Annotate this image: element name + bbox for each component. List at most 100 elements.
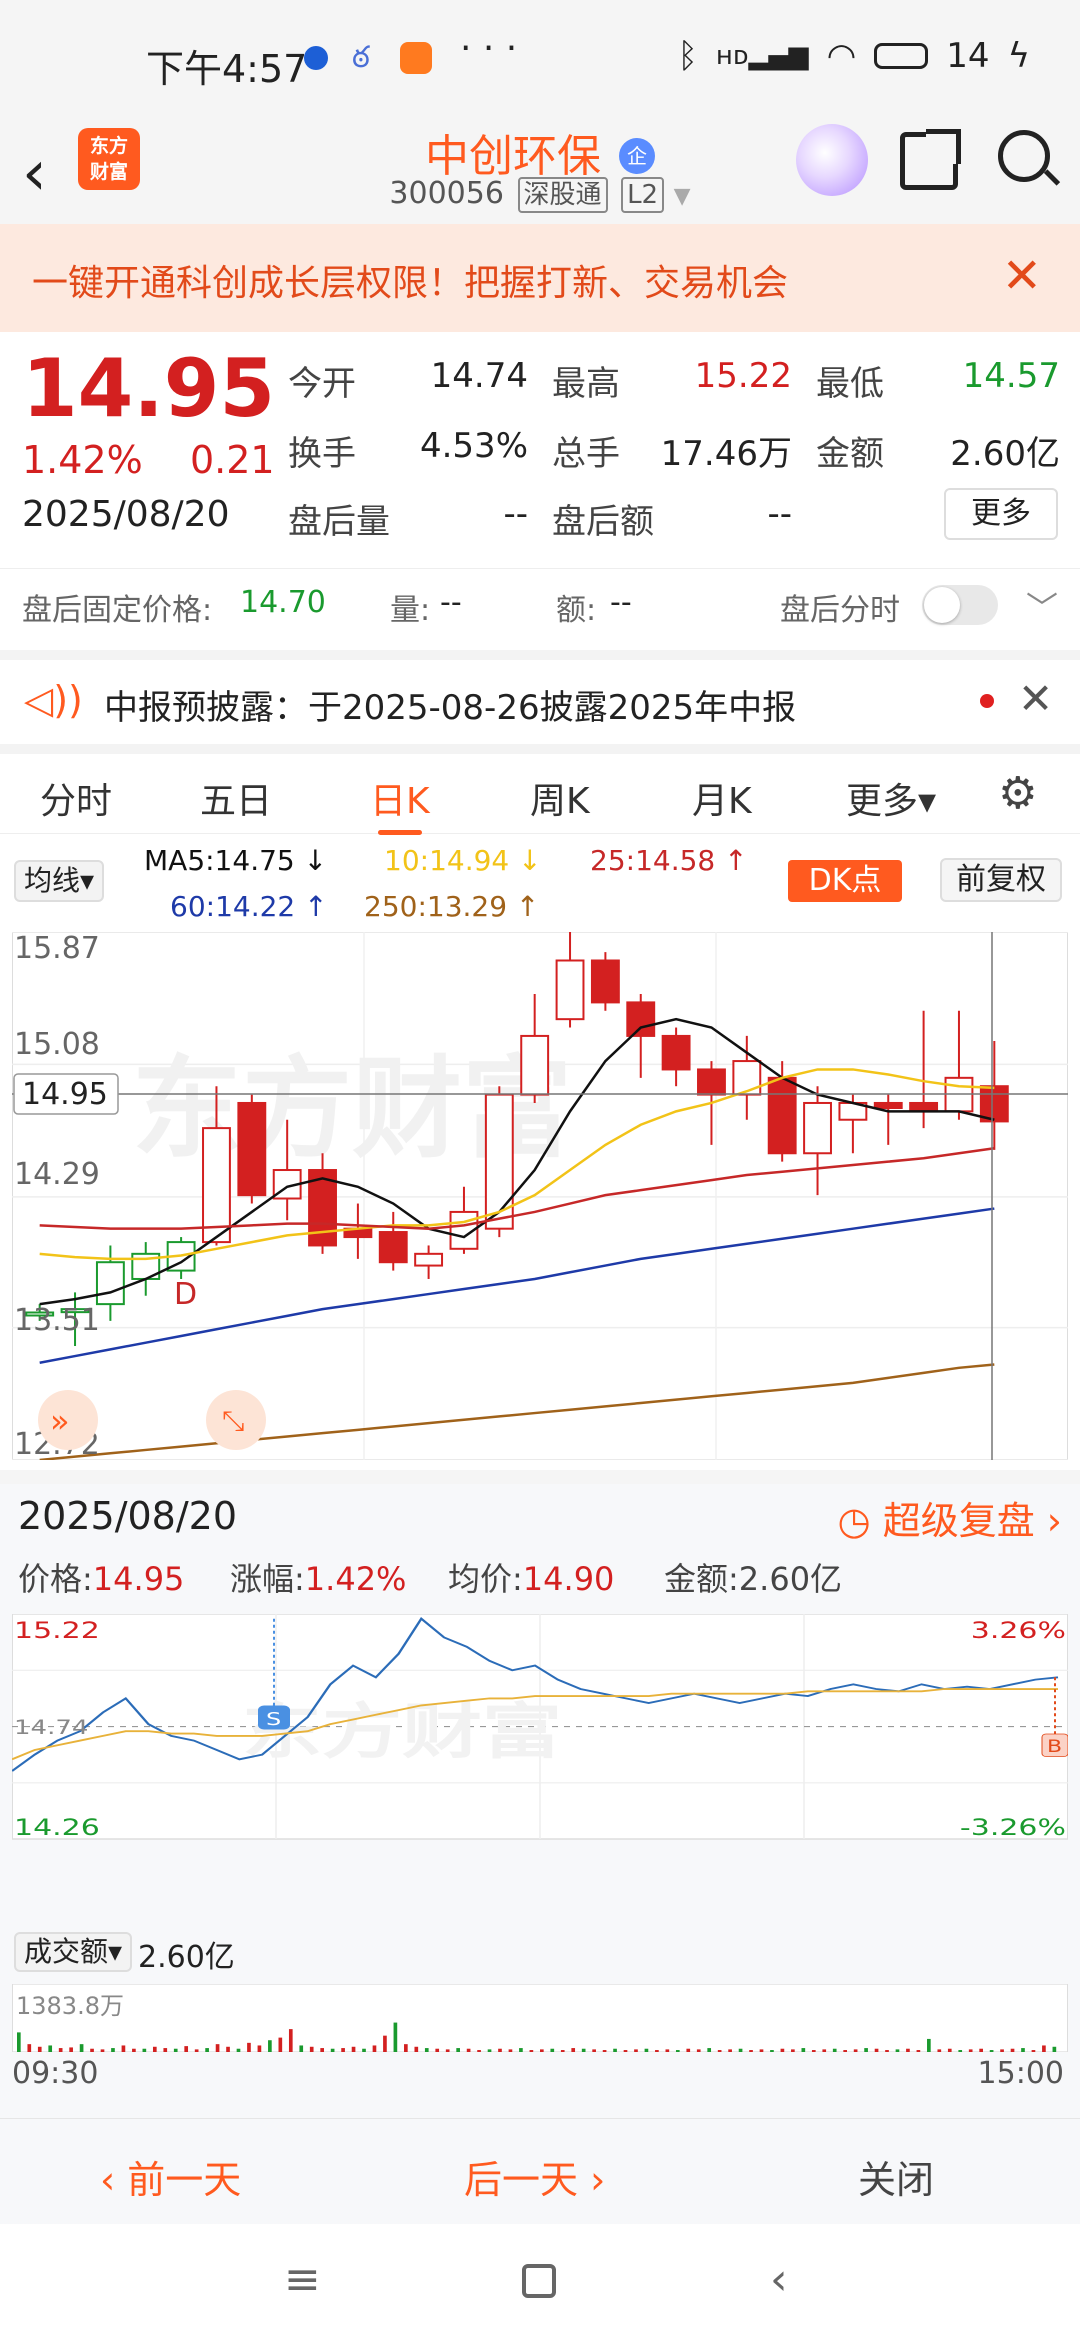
close-icon[interactable]: ✕ <box>1018 674 1053 723</box>
volume-bar <box>529 2050 534 2052</box>
candle-body <box>237 1101 267 1197</box>
app-notification-icon <box>304 46 328 70</box>
notice-bar[interactable]: ◁)) 中报预披露：于2025-08-26披露2025年中报 ✕ <box>0 650 1080 736</box>
candle-body <box>697 1068 726 1096</box>
volume-bar <box>707 2048 712 2052</box>
search-icon[interactable] <box>998 130 1050 182</box>
replay-actions: ‹ 前一天 后一天 › 关闭 <box>0 2118 1080 2224</box>
volume-bar <box>173 2048 178 2052</box>
tab-daily-k[interactable]: 日K <box>370 772 430 835</box>
volume-bar <box>341 2048 345 2052</box>
candle-body <box>414 1252 444 1267</box>
volume-bar <box>634 2049 638 2052</box>
volume-bar <box>414 2046 419 2052</box>
ai-assistant-icon[interactable] <box>796 124 868 196</box>
promo-banner[interactable]: 一键开通科创成长层权限！把握打新、交易机会 ✕ <box>0 224 1080 332</box>
open-value: 14.74 <box>430 356 528 396</box>
volume-bar <box>665 2049 670 2052</box>
replay-change-value: 1.42% <box>304 1560 407 1598</box>
ma5-label: MA5:14.75 ↓ <box>144 844 328 877</box>
signal-icon: ʜᴅ▂▄▆ <box>715 41 809 71</box>
high-value: 15.22 <box>694 356 792 396</box>
bluetooth-icon: ᛒ <box>677 36 698 76</box>
caret-down-icon: ▼ <box>673 184 691 209</box>
volume-bar <box>770 2050 774 2052</box>
time-end: 15:00 <box>977 2056 1064 2091</box>
tab-weekly-k[interactable]: 周K <box>530 772 590 824</box>
intraday-chart[interactable]: 东方财富 15.22 14.26 14.74 3.26% -3.26% S B <box>12 1614 1068 1914</box>
ma25-label: 25:14.58 ↑ <box>590 844 748 877</box>
tab-intraday[interactable]: 分时 <box>40 772 112 824</box>
volume-bar <box>717 2050 722 2052</box>
volume-bar <box>874 2048 879 2052</box>
super-replay-label: 超级复盘 › <box>882 1499 1062 1543</box>
volume-bar <box>226 2046 230 2052</box>
more-button[interactable]: 更多 <box>944 488 1058 540</box>
intraday-y-mid: 14.74 <box>14 1717 88 1739</box>
after-intraday-toggle[interactable] <box>922 585 998 625</box>
status-time: 下午4:57 <box>146 47 308 91</box>
volume-bar <box>738 2048 743 2052</box>
amount-label: 金额 <box>816 434 884 474</box>
back-nav-icon[interactable]: ‹ <box>770 2254 788 2305</box>
volume-bar <box>278 2037 283 2052</box>
tab-more[interactable]: 更多▾ <box>846 772 936 824</box>
volume-selector[interactable]: 成交额▾ <box>14 1932 133 1972</box>
close-button[interactable]: 关闭 <box>858 2149 934 2204</box>
replay-price-value: 14.95 <box>92 1560 185 1598</box>
candle-body <box>661 1034 691 1071</box>
low-label: 最低 <box>816 364 884 404</box>
volume-bar <box>832 2048 837 2052</box>
history-icon: ◷ <box>837 1499 883 1543</box>
replay-amount-value: 2.60亿 <box>738 1560 843 1598</box>
candle-body <box>95 1261 125 1306</box>
super-replay-link[interactable]: ◷ 超级复盘 › <box>837 1490 1062 1545</box>
volume-label: 总手 <box>552 434 620 474</box>
dk-point-button[interactable]: DK点 <box>788 860 902 902</box>
volume-bar <box>498 2048 502 2052</box>
prev-day-button[interactable]: ‹ 前一天 <box>100 2149 241 2204</box>
chevron-down-icon[interactable]: ﹀ <box>1026 583 1058 629</box>
kline-chart[interactable]: 东方财富 15.87 15.08 14.29 13.51 12.72 14.95… <box>12 932 1068 1460</box>
after-amt-value: -- <box>610 585 632 620</box>
volume-bar <box>247 2042 251 2052</box>
close-icon[interactable]: ✕ <box>1002 248 1042 304</box>
volume-bar <box>288 2029 293 2052</box>
sell-marker: S <box>266 1709 281 1730</box>
adjust-selector[interactable]: 前复权 <box>940 858 1062 902</box>
replay-date: 2025/08/20 <box>18 1494 238 1538</box>
volume-bar <box>623 2050 628 2052</box>
candle-body <box>909 1101 939 1113</box>
volume-bar <box>424 2048 429 2052</box>
volume-bar <box>79 2044 84 2052</box>
tab-five-day[interactable]: 五日 <box>200 772 272 824</box>
volume-bar <box>362 2048 366 2052</box>
volume-value: 17.46万 <box>660 434 792 474</box>
quote-panel: 14.95 1.42% 0.21 2025/08/20 今开 14.74 最高 … <box>0 332 1080 560</box>
menu-icon[interactable]: ≡ <box>284 2254 321 2305</box>
candle-body <box>520 1034 550 1096</box>
volume-max-label: 1383.8万 <box>16 1992 124 2020</box>
stock-name: 中创环保 <box>425 131 601 182</box>
volume-bar <box>885 2050 889 2052</box>
ma10-label: 10:14.94 ↓ <box>384 844 542 877</box>
volume-bar <box>822 2049 827 2052</box>
volume-bar <box>540 2049 544 2052</box>
home-icon[interactable] <box>522 2264 556 2298</box>
volume-bar <box>655 2050 659 2052</box>
volume-bar <box>330 2048 335 2052</box>
volume-bar <box>550 2048 555 2052</box>
volume-bar <box>17 2032 21 2052</box>
volume-bar <box>916 2050 921 2052</box>
gear-icon[interactable]: ⚙ <box>998 768 1037 819</box>
ma-legend: 均线▾ MA5:14.75 ↓ 10:14.94 ↓ 25:14.58 ↑ 60… <box>0 836 1080 928</box>
next-day-button[interactable]: 后一天 › <box>464 2149 605 2204</box>
replay-panel: 2025/08/20 ◷ 超级复盘 › 价格:14.95 涨幅:1.42% 均价… <box>0 1484 1080 2118</box>
after-intraday-label: 盘后分时 <box>780 593 900 628</box>
d-marker: D <box>174 1277 197 1312</box>
tab-monthly-k[interactable]: 月K <box>692 772 752 824</box>
share-icon[interactable] <box>900 129 961 190</box>
after-hours-amount-value: -- <box>767 494 792 534</box>
volume-bar <box>111 2048 115 2052</box>
indicator-selector[interactable]: 均线▾ <box>14 860 105 902</box>
